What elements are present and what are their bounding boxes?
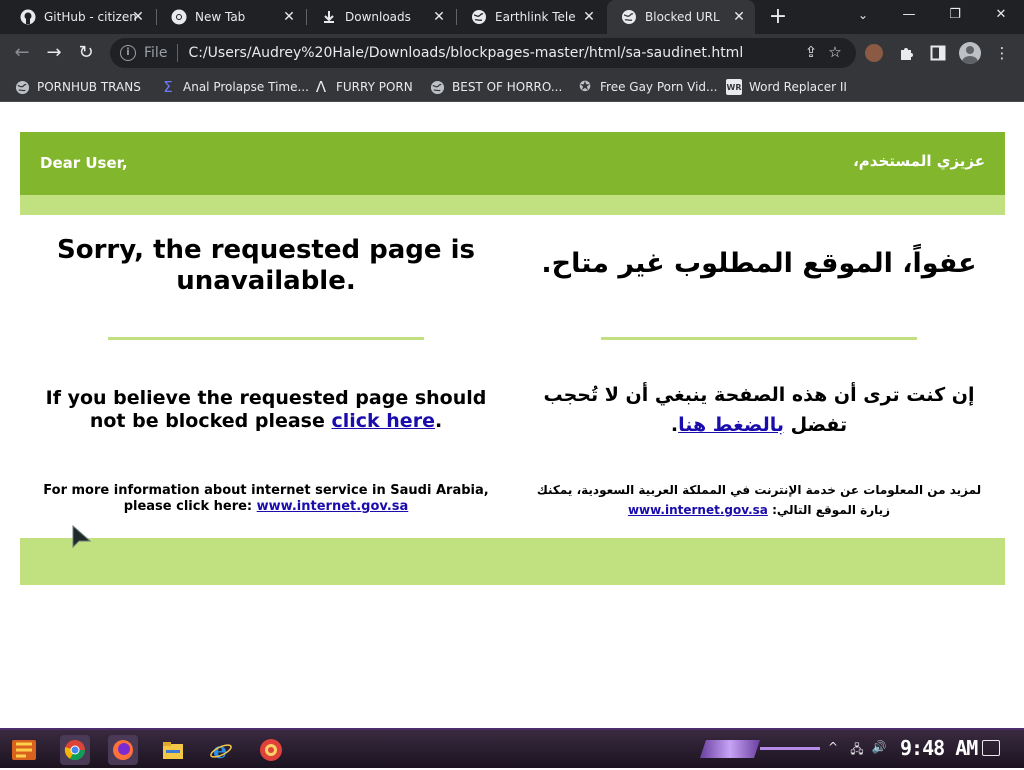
url-scheme: File	[144, 45, 168, 61]
tab-bar: GitHub - citizen ✕ New Tab ✕ Downloads ✕…	[0, 0, 1024, 34]
sigma-icon: Σ	[163, 78, 173, 96]
tab-downloads[interactable]: Downloads ✕	[307, 0, 455, 34]
taskbar-decoration	[700, 740, 760, 758]
close-icon[interactable]: ✕	[281, 9, 297, 25]
chrome-icon	[171, 9, 187, 25]
taskbar-decoration-line	[760, 747, 820, 750]
unblock-request-arabic: إن كنت ترى أن هذه الصفحة ينبغي أن لا تُح…	[533, 380, 985, 440]
tab-title: GitHub - citizen	[44, 10, 137, 24]
click-here-link[interactable]: click here	[331, 410, 434, 432]
tab-github[interactable]: GitHub - citizen ✕	[6, 0, 154, 34]
header-accent-strip	[20, 195, 1005, 215]
restore-button[interactable]: ❐	[932, 0, 978, 30]
firefox-taskbar-icon[interactable]	[108, 735, 138, 765]
internet-gov-link[interactable]: www.internet.gov.sa	[257, 499, 409, 514]
windows-taskbar: e ^ 🖧 🔊 9:48 AM	[0, 728, 1024, 768]
close-icon[interactable]: ✕	[581, 9, 597, 25]
bookmark-label: Free Gay Porn Vid...	[600, 80, 718, 94]
back-button[interactable]: ←	[10, 41, 34, 65]
share-icon[interactable]: ⇪	[800, 41, 822, 63]
unblock-period: .	[434, 410, 443, 432]
volume-icon[interactable]: 🔊	[870, 740, 888, 754]
bookmark-item[interactable]: BEST OF HORRO...	[429, 78, 562, 96]
bookmark-item[interactable]: Λ FURRY PORN	[313, 78, 413, 96]
bookmark-item[interactable]: ✪ Free Gay Porn Vid...	[577, 78, 717, 96]
mouse-cursor-icon	[72, 525, 92, 549]
bookmark-item[interactable]: PORNHUB TRANS	[14, 78, 141, 96]
tab-blocked-url[interactable]: Blocked URL ✕	[607, 0, 755, 34]
new-tab-button[interactable]: +	[766, 5, 790, 29]
unavailable-heading-english: Sorry, the requested page is unavailable…	[57, 235, 475, 296]
address-bar[interactable]: i File C:/Users/Audrey%20Hale/Downloads/…	[110, 38, 856, 68]
start-button[interactable]	[8, 734, 40, 766]
bookmark-item[interactable]: Σ Anal Prolapse Time...	[160, 78, 309, 96]
more-info-arabic: لمزيد من المعلومات عن خدمة الإنترنت في ا…	[533, 480, 985, 520]
extensions-puzzle-icon[interactable]	[894, 41, 918, 65]
tab-title: New Tab	[195, 10, 246, 24]
tab-title: Earthlink Tele	[495, 10, 576, 24]
globe-icon	[471, 9, 487, 25]
bookmark-label: FURRY PORN	[336, 80, 413, 94]
bookmarks-bar: PORNHUB TRANS Σ Anal Prolapse Time... Λ …	[0, 72, 1024, 102]
bookmark-label: PORNHUB TRANS	[37, 80, 141, 94]
app-taskbar-icon[interactable]	[256, 735, 286, 765]
internet-gov-link-arabic[interactable]: www.internet.gov.sa	[628, 503, 768, 517]
close-window-button[interactable]: ✕	[978, 0, 1024, 30]
click-here-link-arabic[interactable]: بالضغط هنا	[678, 414, 784, 436]
github-icon	[20, 9, 36, 25]
url-text[interactable]: C:/Users/Audrey%20Hale/Downloads/blockpa…	[188, 45, 743, 61]
bookmark-label: BEST OF HORRO...	[452, 80, 563, 94]
badge-icon: ✪	[579, 79, 591, 95]
forward-button[interactable]: →	[42, 41, 66, 65]
greeting-arabic: عزيزي المستخدم،	[853, 152, 985, 170]
unblock-request-english: If you believe the requested page should…	[40, 387, 492, 433]
more-info-english: For more information about internet serv…	[40, 483, 492, 515]
bookmark-label: Word Replacer II	[749, 80, 847, 94]
divider-line	[601, 337, 917, 340]
chevron-up-icon[interactable]: ^	[824, 740, 842, 754]
extension-avatar-icon[interactable]	[862, 41, 886, 65]
internet-explorer-taskbar-icon[interactable]: e	[206, 735, 236, 765]
minimize-button[interactable]: —	[886, 0, 932, 30]
download-icon	[321, 9, 337, 25]
wr-icon: WR	[726, 79, 742, 95]
bookmark-label: Anal Prolapse Time...	[183, 80, 309, 94]
profile-avatar-icon[interactable]	[958, 41, 982, 65]
browser-toolbar: ← → ↻ i File C:/Users/Audrey%20Hale/Down…	[0, 34, 1024, 72]
bookmark-star-icon[interactable]: ☆	[824, 41, 846, 63]
tab-earthlink[interactable]: Earthlink Tele ✕	[457, 0, 605, 34]
network-icon[interactable]: 🖧	[848, 740, 866, 761]
tab-new-tab[interactable]: New Tab ✕	[157, 0, 305, 34]
tab-title: Blocked URL	[645, 10, 720, 24]
block-page: Dear User, عزيزي المستخدم، Sorry, the re…	[0, 103, 1024, 728]
unavailable-heading-arabic: عفواً، الموقع المطلوب غير متاح.	[541, 248, 977, 279]
menu-kebab-icon[interactable]: ⋮	[990, 41, 1014, 65]
notification-icon[interactable]	[982, 740, 1000, 756]
close-icon[interactable]: ✕	[130, 9, 146, 25]
globe-icon	[621, 9, 637, 25]
reload-button[interactable]: ↻	[74, 41, 98, 65]
globe-icon	[429, 79, 445, 95]
lambda-icon: Λ	[315, 78, 327, 96]
greeting-english: Dear User,	[40, 154, 128, 172]
globe-icon	[14, 79, 30, 95]
file-explorer-taskbar-icon[interactable]	[158, 735, 188, 765]
tab-title: Downloads	[345, 10, 411, 24]
divider-line	[108, 337, 424, 340]
taskbar-clock[interactable]: 9:48 AM	[900, 736, 978, 760]
tab-search-icon[interactable]: ⌄	[840, 0, 886, 30]
header-bar: Dear User, عزيزي المستخدم،	[20, 132, 1005, 195]
omnibox-divider	[177, 44, 179, 62]
close-icon[interactable]: ✕	[431, 9, 447, 25]
close-icon[interactable]: ✕	[731, 9, 747, 25]
chrome-taskbar-icon[interactable]	[60, 735, 90, 765]
info-icon[interactable]: i	[120, 45, 136, 61]
bookmark-item[interactable]: WR Word Replacer II	[726, 78, 847, 96]
side-panel-icon[interactable]	[926, 41, 950, 65]
footer-bar	[20, 538, 1005, 585]
